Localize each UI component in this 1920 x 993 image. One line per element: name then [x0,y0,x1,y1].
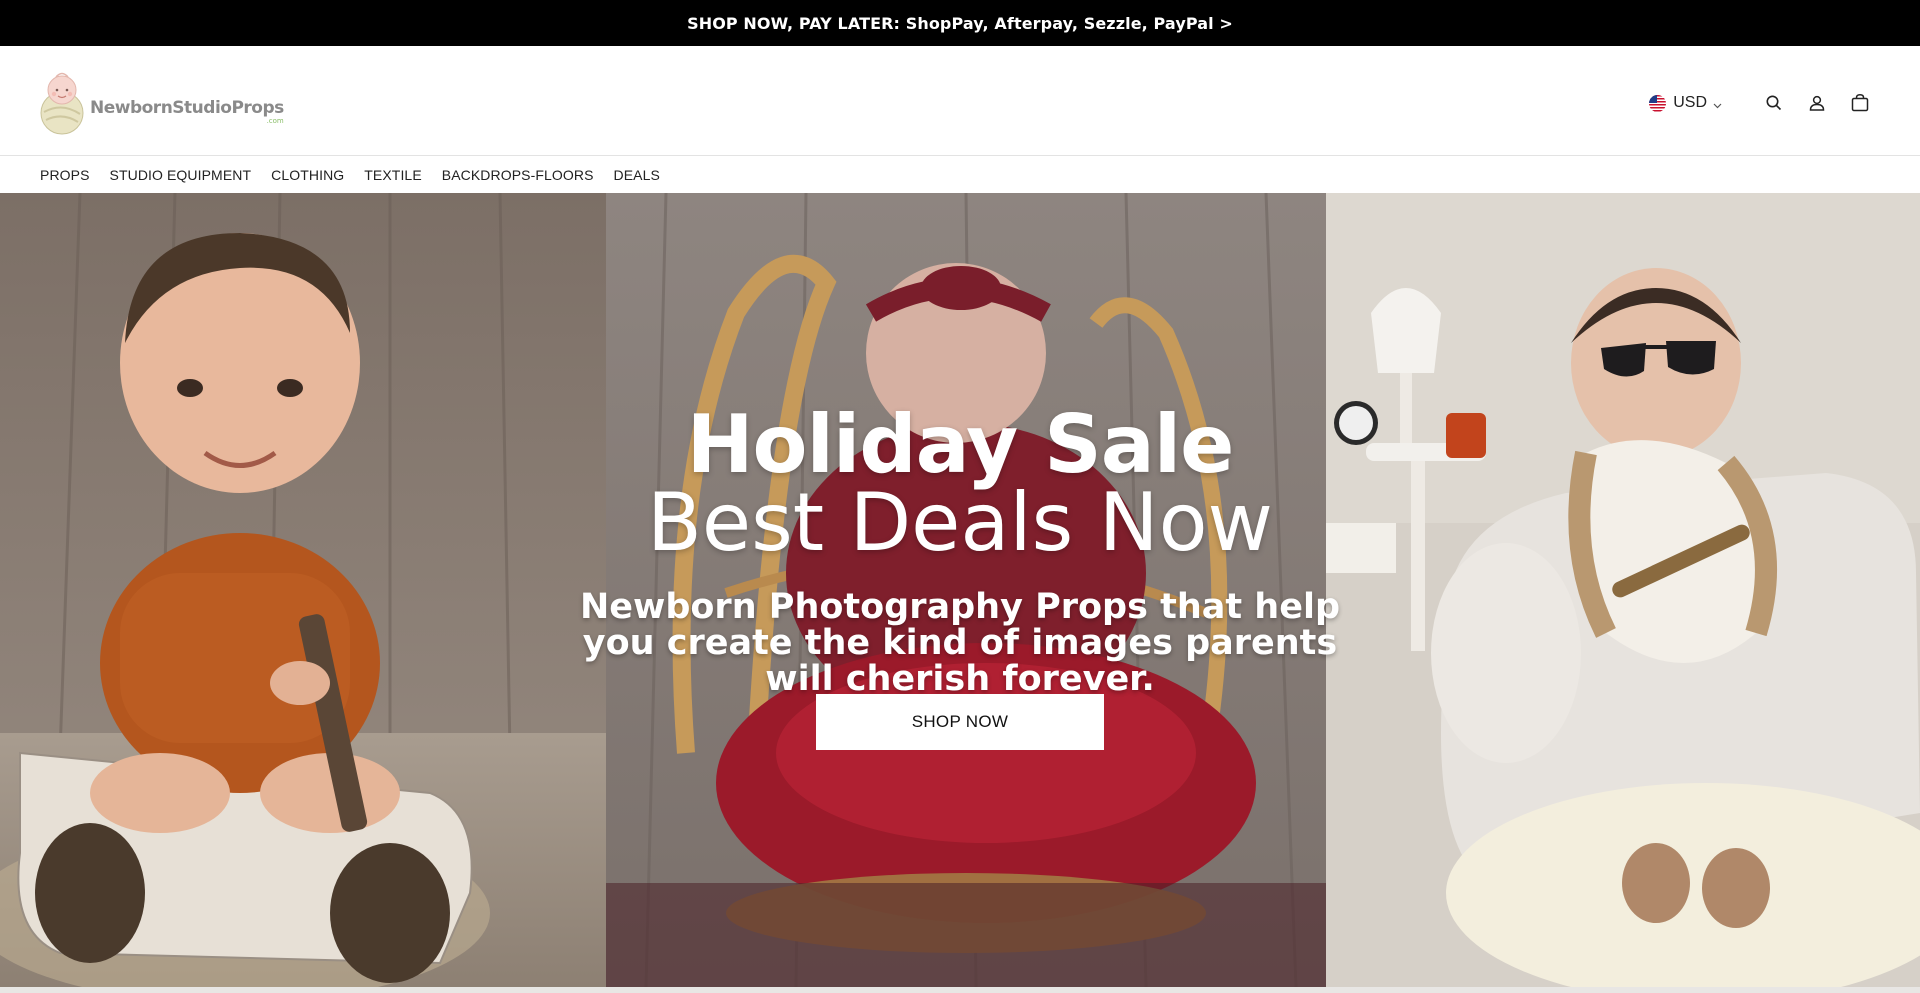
hero-description: Newborn Photography Props that help you … [579,587,1341,699]
account-icon[interactable] [1805,91,1829,115]
logo-suffix: .com [266,117,284,125]
currency-selector[interactable]: USD [1649,94,1723,112]
currency-label: USD [1673,94,1707,111]
search-icon[interactable] [1762,91,1786,115]
nav-item-backdrops-floors[interactable]: BACKDROPS-FLOORS [442,167,594,183]
nav-item-deals[interactable]: DEALS [614,167,660,183]
cart-icon[interactable] [1848,91,1872,115]
us-flag-icon [1649,94,1667,112]
announcement-bar: SHOP NOW, PAY LATER: ShopPay, Afterpay, … [0,0,1920,46]
nav-item-studio-equipment[interactable]: STUDIO EQUIPMENT [110,167,252,183]
logo-text: NewbornStudioProps .com [90,98,284,125]
baby-logo-icon [38,66,86,136]
site-logo[interactable]: NewbornStudioProps .com [38,66,284,136]
main-nav: PROPS STUDIO EQUIPMENT CLOTHING TEXTILE … [0,157,1920,193]
nav-item-textile[interactable]: TEXTILE [364,167,422,183]
hero-title: Holiday Sale [686,398,1235,491]
logo-wordmark: NewbornStudioProps [90,98,284,118]
shop-now-button[interactable]: SHOP NOW [816,694,1104,750]
next-section-peek [0,987,1920,993]
site-header: NewbornStudioProps .com USD [0,46,1920,156]
hero-subtitle: Best Deals Now [647,476,1273,569]
nav-item-clothing[interactable]: CLOTHING [271,167,344,183]
announcement-link[interactable]: SHOP NOW, PAY LATER: ShopPay, Afterpay, … [687,14,1233,33]
chevron-down-icon [1712,98,1723,109]
hero-banner: Holiday Sale Best Deals Now Newborn Phot… [0,193,1920,987]
header-tools: USD [1649,89,1872,117]
hero-content: Holiday Sale Best Deals Now Newborn Phot… [0,193,1920,987]
nav-item-props[interactable]: PROPS [40,167,90,183]
